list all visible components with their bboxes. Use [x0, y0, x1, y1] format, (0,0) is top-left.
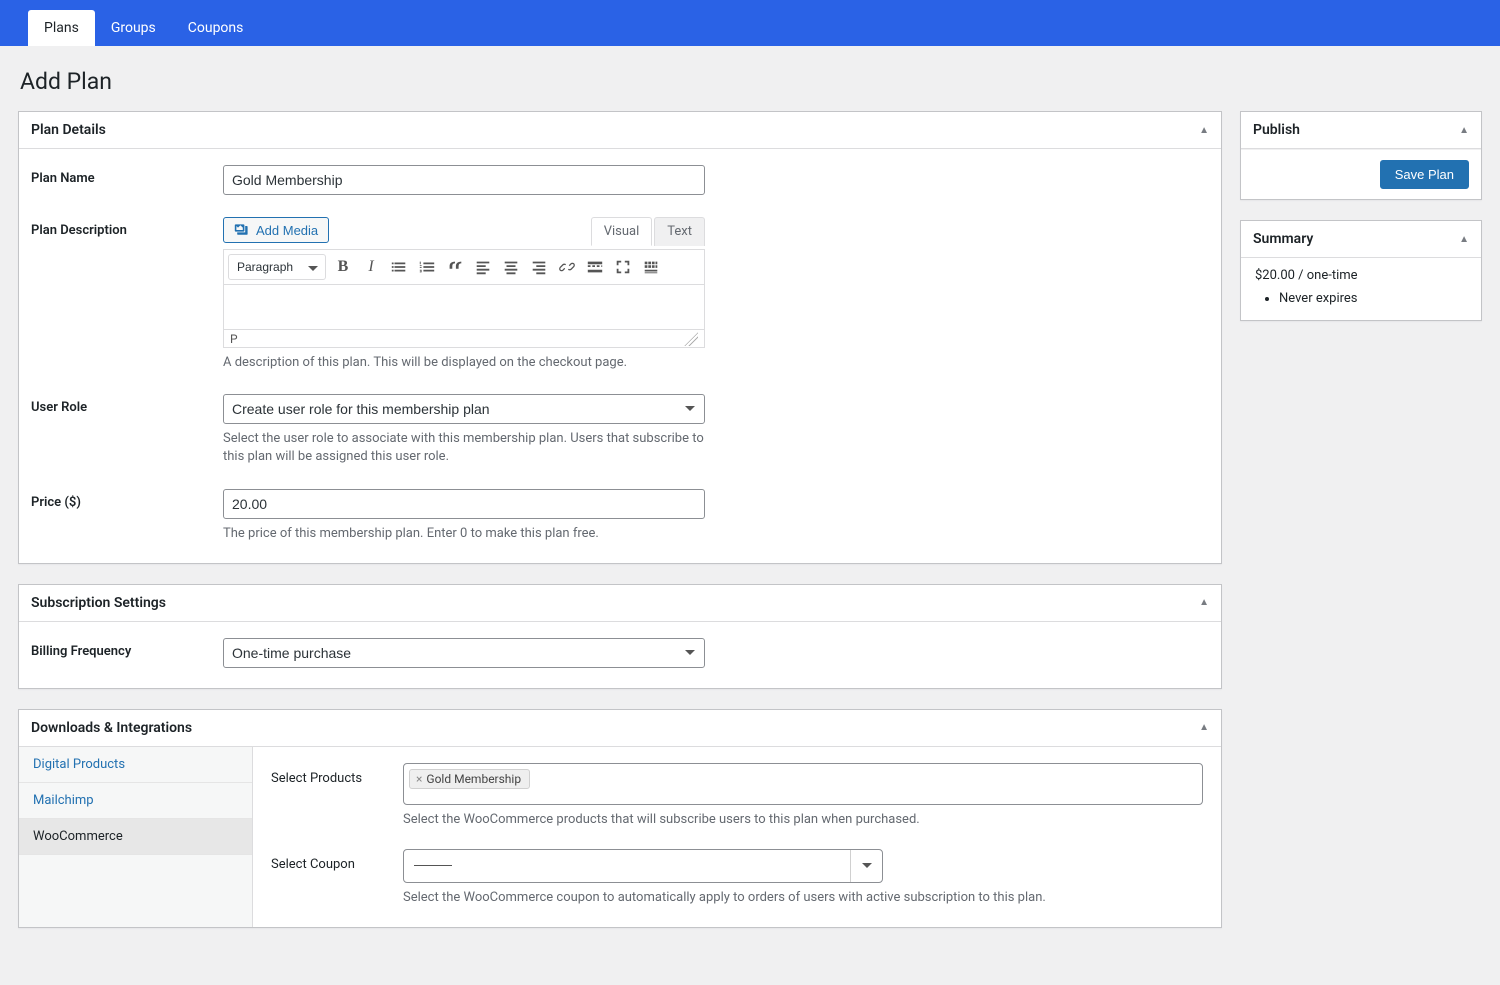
publish-heading: Publish: [1253, 122, 1300, 138]
summary-box: Summary ▲ $20.00 / one-time Never expire…: [1240, 220, 1482, 321]
user-role-label: User Role: [31, 394, 223, 415]
integrations-heading: Downloads & Integrations: [31, 720, 192, 736]
editor-tab-visual[interactable]: Visual: [591, 217, 653, 246]
summary-price: $20.00 / one-time: [1255, 268, 1467, 283]
align-left-icon[interactable]: [470, 254, 496, 280]
integrations-box: Downloads & Integrations ▲ Digital Produ…: [18, 709, 1222, 928]
tab-groups[interactable]: Groups: [95, 10, 172, 46]
media-icon: [234, 222, 250, 238]
summary-heading: Summary: [1253, 231, 1313, 247]
chevron-down-icon: [850, 850, 882, 882]
product-tag-label: Gold Membership: [426, 772, 521, 786]
select-products-input[interactable]: × Gold Membership: [403, 763, 1203, 805]
plan-description-label: Plan Description: [31, 217, 223, 238]
align-right-icon[interactable]: [526, 254, 552, 280]
user-role-help: Select the user role to associate with t…: [223, 430, 705, 466]
description-editor[interactable]: [224, 285, 704, 329]
subscription-heading: Subscription Settings: [31, 595, 166, 611]
numbered-list-icon[interactable]: [414, 254, 440, 280]
align-center-icon[interactable]: [498, 254, 524, 280]
select-coupon-dropdown[interactable]: [403, 849, 883, 883]
collapse-icon[interactable]: ▲: [1199, 125, 1209, 136]
collapse-icon[interactable]: ▲: [1459, 234, 1469, 245]
tab-plans[interactable]: Plans: [28, 10, 95, 46]
price-label: Price ($): [31, 489, 223, 510]
resize-handle-icon[interactable]: [684, 332, 698, 346]
select-products-label: Select Products: [271, 763, 403, 829]
billing-frequency-label: Billing Frequency: [31, 638, 223, 659]
product-tag: × Gold Membership: [409, 769, 530, 789]
description-help: A description of this plan. This will be…: [223, 354, 705, 372]
publish-box: Publish ▲ Save Plan: [1240, 111, 1482, 200]
int-tab-woocommerce[interactable]: WooCommerce: [19, 819, 252, 855]
top-nav-tabs: Plans Groups Coupons: [0, 0, 1500, 46]
int-tab-mailchimp[interactable]: Mailchimp: [19, 783, 252, 819]
bullet-list-icon[interactable]: [386, 254, 412, 280]
select-products-help: Select the WooCommerce products that wil…: [403, 811, 1203, 829]
add-media-label: Add Media: [256, 223, 318, 238]
collapse-icon[interactable]: ▲: [1459, 125, 1469, 136]
block-format-select[interactable]: Paragraph: [228, 254, 326, 280]
italic-icon[interactable]: I: [358, 254, 384, 280]
save-plan-button[interactable]: Save Plan: [1380, 160, 1469, 189]
page-title: Add Plan: [20, 68, 1482, 95]
tab-coupons[interactable]: Coupons: [172, 10, 260, 46]
plan-name-label: Plan Name: [31, 165, 223, 186]
price-input[interactable]: [223, 489, 705, 519]
select-coupon-help: Select the WooCommerce coupon to automat…: [403, 889, 1203, 907]
blockquote-icon[interactable]: [442, 254, 468, 280]
plan-details-heading: Plan Details: [31, 122, 106, 138]
add-media-button[interactable]: Add Media: [223, 217, 329, 243]
read-more-icon[interactable]: [582, 254, 608, 280]
user-role-select[interactable]: Create user role for this membership pla…: [223, 394, 705, 424]
plan-name-input[interactable]: [223, 165, 705, 195]
remove-tag-icon[interactable]: ×: [416, 772, 422, 786]
fullscreen-icon[interactable]: [610, 254, 636, 280]
collapse-icon[interactable]: ▲: [1199, 722, 1209, 733]
bold-icon[interactable]: B: [330, 254, 356, 280]
billing-frequency-select[interactable]: One-time purchase: [223, 638, 705, 668]
toolbar-toggle-icon[interactable]: [638, 254, 664, 280]
empty-value-icon: [414, 865, 452, 866]
collapse-icon[interactable]: ▲: [1199, 597, 1209, 608]
summary-expiry: Never expires: [1279, 291, 1467, 306]
subscription-settings-box: Subscription Settings ▲ Billing Frequenc…: [18, 584, 1222, 689]
editor-tab-text[interactable]: Text: [654, 217, 705, 246]
price-help: The price of this membership plan. Enter…: [223, 525, 705, 543]
link-icon[interactable]: [554, 254, 580, 280]
select-coupon-label: Select Coupon: [271, 849, 403, 907]
plan-details-box: Plan Details ▲ Plan Name Plan Descriptio…: [18, 111, 1222, 564]
int-tab-digital-products[interactable]: Digital Products: [19, 747, 252, 783]
editor-path: P: [230, 332, 238, 346]
